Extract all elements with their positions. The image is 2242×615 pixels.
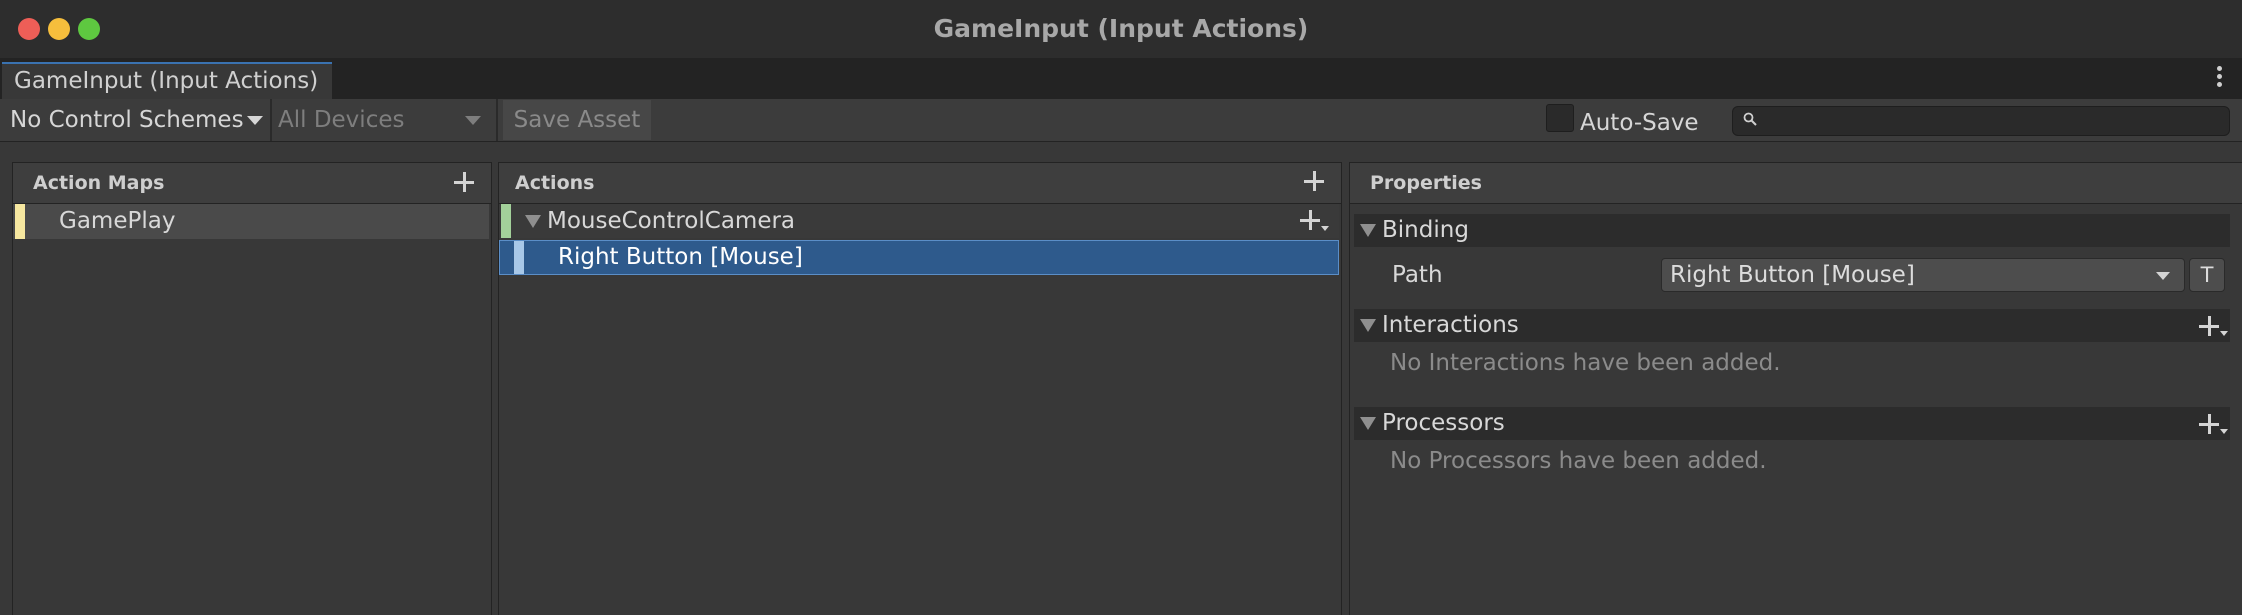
tab-gameinput[interactable]: GameInput (Input Actions) xyxy=(2,62,332,99)
close-window-button[interactable] xyxy=(18,18,40,40)
window-title: GameInput (Input Actions) xyxy=(933,14,1309,43)
interactions-section-label: Interactions xyxy=(1382,312,1519,338)
actions-header: Actions xyxy=(499,163,1341,204)
add-action-button[interactable] xyxy=(1303,170,1325,192)
dropdown-arrow-icon xyxy=(465,116,481,125)
add-binding-button[interactable] xyxy=(1299,209,1321,231)
action-map-label: GamePlay xyxy=(59,208,176,234)
dropdown-arrow-icon xyxy=(2156,272,2170,280)
auto-save-checkbox[interactable] xyxy=(1546,104,1574,132)
actions-title: Actions xyxy=(515,172,595,194)
action-maps-panel: Action Maps GamePlay xyxy=(12,162,492,615)
binding-section-label: Binding xyxy=(1382,217,1469,243)
more-options-icon[interactable] xyxy=(2214,64,2224,92)
binding-item-right-button-mouse[interactable]: Right Button [Mouse] xyxy=(499,240,1339,275)
binding-color-tag xyxy=(514,241,524,274)
action-maps-header: Action Maps xyxy=(13,163,491,204)
binding-label: Right Button [Mouse] xyxy=(558,244,803,270)
action-item-mousecontrolcamera[interactable]: MouseControlCamera xyxy=(499,204,1339,238)
add-action-map-button[interactable] xyxy=(453,171,475,193)
action-map-color-tag xyxy=(15,204,25,239)
add-processor-button[interactable] xyxy=(2198,413,2220,435)
processors-section-header[interactable]: Processors xyxy=(1354,407,2230,440)
interactions-section-header[interactable]: Interactions xyxy=(1354,309,2230,342)
control-schemes-dropdown[interactable]: No Control Schemes xyxy=(10,99,244,141)
path-value: Right Button [Mouse] xyxy=(1670,262,1915,288)
text-mode-button[interactable]: T xyxy=(2189,258,2225,292)
foldout-triangle-icon[interactable] xyxy=(525,215,541,228)
properties-panel: Properties Binding Path Right Button [Mo… xyxy=(1349,162,2242,615)
properties-title: Properties xyxy=(1370,172,1482,194)
auto-save-label: Auto-Save xyxy=(1580,110,1699,136)
foldout-triangle-icon[interactable] xyxy=(1360,417,1376,430)
search-icon xyxy=(1743,112,1757,126)
devices-dropdown[interactable]: All Devices xyxy=(278,99,404,141)
tab-strip: GameInput (Input Actions) xyxy=(0,58,2242,99)
processors-section-label: Processors xyxy=(1382,410,1505,436)
foldout-triangle-icon[interactable] xyxy=(1360,319,1376,332)
save-asset-button[interactable]: Save Asset xyxy=(503,100,651,140)
plus-dropdown-icon xyxy=(2220,331,2228,336)
minimize-window-button[interactable] xyxy=(48,18,70,40)
zoom-window-button[interactable] xyxy=(78,18,100,40)
search-input[interactable] xyxy=(1732,106,2230,136)
path-dropdown[interactable]: Right Button [Mouse] xyxy=(1661,258,2185,292)
title-bar: GameInput (Input Actions) xyxy=(0,0,2242,58)
plus-dropdown-icon xyxy=(1321,226,1329,231)
foldout-triangle-icon[interactable] xyxy=(1360,224,1376,237)
action-color-tag xyxy=(501,204,511,238)
toolbar-divider xyxy=(270,99,272,141)
action-maps-title: Action Maps xyxy=(33,172,165,194)
action-label: MouseControlCamera xyxy=(547,208,796,234)
add-interaction-button[interactable] xyxy=(2198,315,2220,337)
action-map-item-gameplay[interactable]: GamePlay xyxy=(13,204,489,239)
dropdown-arrow-icon xyxy=(247,116,263,125)
interactions-empty-message: No Interactions have been added. xyxy=(1390,350,1781,376)
path-label: Path xyxy=(1392,262,1443,288)
toolbar-divider xyxy=(496,99,498,141)
processors-empty-message: No Processors have been added. xyxy=(1390,448,1767,474)
actions-panel: Actions MouseControlCamera Right Button … xyxy=(498,162,1342,615)
plus-dropdown-icon xyxy=(2220,429,2228,434)
properties-header: Properties xyxy=(1350,163,2242,204)
binding-section-header[interactable]: Binding xyxy=(1354,214,2230,247)
